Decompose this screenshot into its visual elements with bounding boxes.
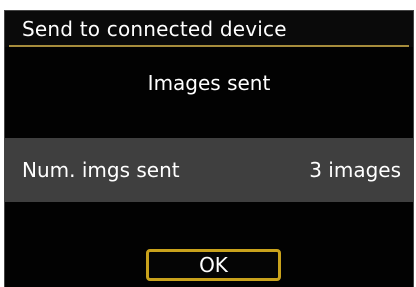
title-divider <box>9 45 409 47</box>
ok-button[interactable]: OK <box>146 249 281 281</box>
images-sent-value: 3 images <box>309 158 401 182</box>
status-message: Images sent <box>147 71 271 95</box>
dialog-title: Send to connected device <box>22 17 287 41</box>
images-sent-label: Num. imgs sent <box>22 158 180 182</box>
camera-screen: Send to connected device Images sent Num… <box>4 10 414 287</box>
title-bar: Send to connected device <box>5 11 413 47</box>
images-sent-row: Num. imgs sent 3 images <box>5 138 413 202</box>
